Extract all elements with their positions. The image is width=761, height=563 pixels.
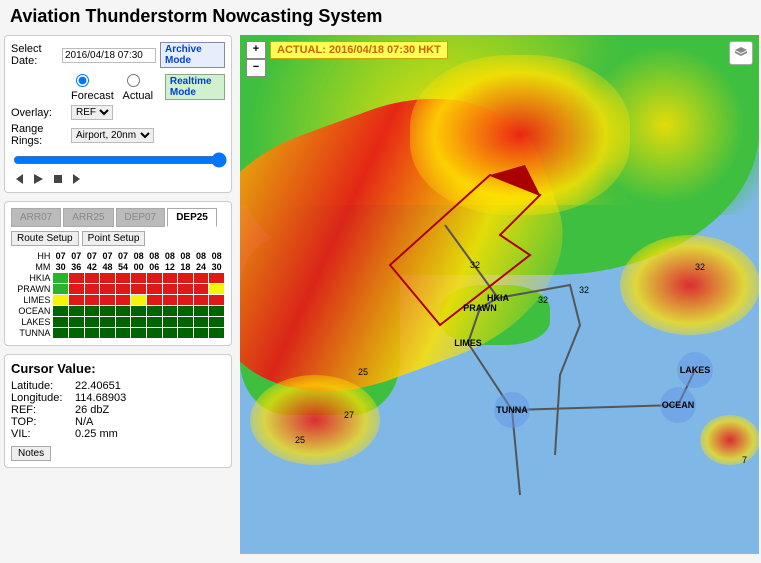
- storm-cell-label: 32: [470, 260, 480, 270]
- waypoint-prawn[interactable]: PRAWN: [463, 303, 497, 313]
- zoom-out-button[interactable]: −: [246, 59, 266, 77]
- radar-map[interactable]: + − ACTUAL: 2016/04/18 07:30 HKT: [240, 35, 759, 554]
- overlay-select[interactable]: REF: [71, 105, 113, 120]
- stop-icon[interactable]: [51, 172, 65, 186]
- tab-dep07[interactable]: DEP07: [116, 208, 166, 227]
- tab-arr25[interactable]: ARR25: [63, 208, 113, 227]
- cursor-row: TOP:N/A: [11, 416, 225, 428]
- range-rings-select[interactable]: Airport, 20nm: [71, 128, 154, 143]
- layers-button[interactable]: [729, 41, 753, 65]
- storm-cell-label: 7: [742, 455, 747, 465]
- table-row: HKIA: [12, 273, 225, 284]
- table-row: LIMES: [12, 295, 225, 306]
- table-row: LAKES: [12, 317, 225, 328]
- table-row: OCEAN: [12, 306, 225, 317]
- date-input[interactable]: [62, 48, 156, 63]
- storm-cell-label: 32: [579, 285, 589, 295]
- layers-icon: [733, 45, 749, 61]
- tab-dep25[interactable]: DEP25: [167, 208, 217, 227]
- tab-arr07[interactable]: ARR07: [11, 208, 61, 227]
- route-setup-button[interactable]: Route Setup: [11, 231, 79, 246]
- cursor-row: Longitude:114.68903: [11, 392, 225, 404]
- storm-cell-label: 32: [538, 295, 548, 305]
- page-title: Aviation Thunderstorm Nowcasting System: [10, 6, 751, 27]
- waypoint-lakes[interactable]: LAKES: [677, 352, 713, 388]
- forecast-radio[interactable]: Forecast: [71, 71, 118, 102]
- waypoint-limes[interactable]: LIMES: [454, 338, 482, 348]
- notes-button[interactable]: Notes: [11, 446, 51, 461]
- range-rings-label: Range Rings:: [11, 123, 67, 147]
- step-forward-icon[interactable]: [71, 172, 85, 186]
- table-row: TUNNA: [12, 328, 225, 339]
- cursor-row: Latitude:22.40651: [11, 380, 225, 392]
- cursor-row: REF:26 dbZ: [11, 404, 225, 416]
- table-row: PRAWN: [12, 284, 225, 295]
- realtime-mode-button[interactable]: Realtime Mode: [165, 74, 225, 100]
- play-icon[interactable]: [31, 172, 45, 186]
- storm-cell-label: 25: [295, 435, 305, 445]
- alert-grid: HH0707070707080808080808MM30364248540006…: [11, 250, 225, 339]
- waypoint-tunna[interactable]: TUNNA: [494, 392, 530, 428]
- storm-cell-label: 32: [695, 262, 705, 272]
- cursor-value-panel: Cursor Value: Latitude:22.40651Longitude…: [4, 354, 232, 468]
- select-date-label: Select Date:: [11, 43, 58, 67]
- time-slider[interactable]: [13, 155, 227, 165]
- waypoint-hkia[interactable]: HKIA: [487, 293, 509, 303]
- controls-panel: Select Date: Archive Mode Forecast Actua…: [4, 35, 232, 193]
- actual-radio[interactable]: Actual: [122, 71, 160, 102]
- storm-cell-label: 25: [358, 367, 368, 377]
- cursor-heading: Cursor Value:: [11, 361, 225, 376]
- route-grid-panel: ARR07ARR25DEP07DEP25 Route Setup Point S…: [4, 201, 232, 346]
- overlay-label: Overlay:: [11, 107, 67, 119]
- timestamp-banner: ACTUAL: 2016/04/18 07:30 HKT: [270, 41, 448, 59]
- point-setup-button[interactable]: Point Setup: [82, 231, 146, 246]
- archive-mode-button[interactable]: Archive Mode: [160, 42, 225, 68]
- waypoint-ocean[interactable]: OCEAN: [660, 387, 696, 423]
- storm-cell-label: 27: [344, 410, 354, 420]
- cursor-row: VIL:0.25 mm: [11, 428, 225, 440]
- zoom-in-button[interactable]: +: [246, 41, 266, 59]
- step-back-icon[interactable]: [11, 172, 25, 186]
